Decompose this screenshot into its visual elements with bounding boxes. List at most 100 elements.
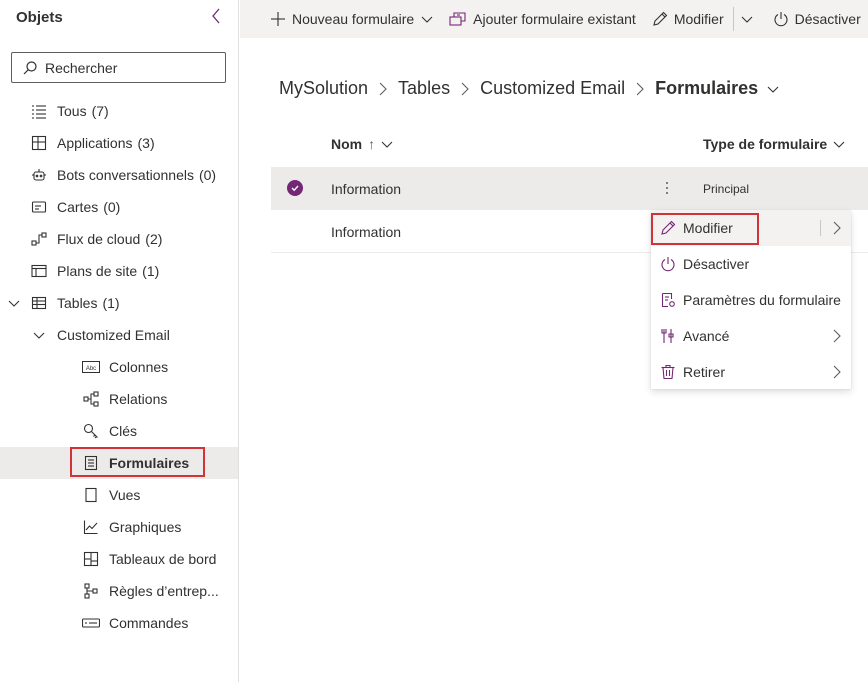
breadcrumb: MySolution Tables Customized Email Formu… — [279, 78, 779, 99]
row-name: Information — [331, 224, 402, 240]
add-icon — [271, 12, 285, 26]
breadcrumb-item-tables[interactable]: Tables — [398, 78, 450, 99]
chevron-right-icon — [833, 329, 841, 346]
sidebar-item-label: Flux de cloud — [57, 231, 141, 247]
breadcrumb-item-solution[interactable]: MySolution — [279, 78, 368, 99]
collapse-sidebar-icon[interactable] — [208, 6, 224, 26]
column-header-label: Nom — [331, 136, 363, 152]
sidebar-item-label: Graphiques — [109, 519, 182, 535]
sidebar-item-label: Tableaux de bord — [109, 551, 217, 567]
search-icon — [23, 60, 37, 74]
sidebar-item-label: Vues — [109, 487, 141, 503]
menu-split-separator — [820, 220, 821, 236]
sidebar-item-count: (1) — [142, 263, 160, 279]
menu-item-deactivate[interactable]: Désactiver — [651, 246, 851, 282]
power-icon — [659, 255, 677, 273]
power-icon — [774, 12, 788, 27]
pencil-icon — [659, 219, 677, 237]
more-options-icon[interactable] — [659, 177, 675, 199]
command-bar: Nouveau formulaire Ajouter formulaire ex… — [240, 0, 868, 38]
sidebar-item-count: (0) — [198, 167, 217, 183]
menu-item-edit[interactable]: Modifier — [651, 210, 851, 246]
chevron-down-icon[interactable] — [767, 83, 779, 95]
edit-dropdown-button[interactable] — [737, 0, 759, 38]
chevron-right-icon — [378, 82, 388, 96]
column-header-label: Type de formulaire — [703, 136, 828, 152]
sidebar-item-columns[interactable]: Abc Colonnes — [0, 351, 238, 383]
breadcrumb-current: Formulaires — [655, 78, 759, 98]
menu-item-advanced[interactable]: Avancé — [651, 318, 851, 354]
sidebar-item-cards[interactable]: Cartes (0) — [0, 191, 238, 223]
toolbar-separator — [732, 7, 734, 31]
edit-button[interactable]: Modifier — [642, 0, 730, 38]
sidebar-item-tables[interactable]: Tables (1) — [0, 287, 238, 319]
flow-icon — [30, 230, 48, 248]
rules-icon — [82, 582, 100, 600]
sidebar-item-all[interactable]: Tous (7) — [0, 95, 238, 127]
sidebar-item-label: Relations — [109, 391, 168, 407]
column-header-name[interactable]: Nom ↑ — [331, 136, 393, 152]
menu-item-label: Paramètres du formulaire — [683, 292, 841, 308]
menu-item-label: Avancé — [683, 328, 730, 344]
row-selected-check-icon[interactable] — [287, 180, 303, 196]
sidebar-item-charts[interactable]: Graphiques — [0, 511, 238, 543]
breadcrumb-item-table[interactable]: Customized Email — [480, 78, 625, 99]
chevron-right-icon[interactable] — [833, 221, 841, 238]
sidebar-item-sitemaps[interactable]: Plans de site (1) — [0, 255, 238, 287]
add-existing-form-button[interactable]: Ajouter formulaire existant — [439, 0, 642, 38]
menu-item-remove[interactable]: Retirer — [651, 354, 851, 390]
new-form-button[interactable]: Nouveau formulaire — [240, 0, 439, 38]
sidebar-item-keys[interactable]: Clés — [0, 415, 238, 447]
list-icon — [30, 102, 48, 120]
bot-icon — [30, 166, 48, 184]
sidebar-item-label: Plans de site — [57, 263, 138, 279]
relations-icon — [82, 390, 100, 408]
sidebar-item-label: Colonnes — [109, 359, 169, 375]
menu-item-label: Retirer — [683, 364, 726, 380]
deactivate-label: Désactiver — [794, 11, 861, 27]
chevron-down-icon — [381, 141, 393, 148]
form-icon — [82, 454, 100, 472]
sidebar-item-business-rules[interactable]: Règles d’entrep... — [0, 575, 238, 607]
pencil-icon — [653, 11, 668, 26]
sidebar-item-commands[interactable]: Commandes — [0, 607, 238, 639]
view-icon — [82, 486, 100, 504]
sitemap-icon — [30, 262, 48, 280]
menu-item-form-settings[interactable]: Paramètres du formulaire — [651, 282, 851, 318]
table-row[interactable]: Information Principal — [271, 167, 868, 210]
column-header-form-type[interactable]: Type de formulaire — [703, 136, 845, 152]
sidebar-item-count: (3) — [137, 135, 155, 151]
sidebar-item-label: Cartes — [57, 199, 99, 215]
sidebar-item-views[interactable]: Vues — [0, 479, 238, 511]
sidebar-item-bots[interactable]: Bots conversationnels (0) — [0, 159, 238, 191]
chart-icon — [82, 518, 100, 536]
sidebar-item-label: Tables — [57, 295, 98, 311]
sidebar-title: Objets — [16, 9, 63, 26]
search-placeholder: Rechercher — [45, 59, 118, 76]
chevron-down-icon — [421, 16, 433, 23]
command-icon — [82, 614, 100, 632]
sidebar-item-apps[interactable]: Applications (3) — [0, 127, 238, 159]
advanced-icon — [659, 327, 677, 345]
search-input[interactable]: Rechercher — [11, 52, 226, 83]
table-icon — [30, 294, 48, 312]
menu-item-label: Désactiver — [683, 256, 750, 272]
trash-icon — [659, 363, 677, 381]
sidebar-item-relations[interactable]: Relations — [0, 383, 238, 415]
sidebar-item-label: Commandes — [109, 615, 189, 631]
sidebar-item-customized-email[interactable]: Customized Email — [0, 319, 238, 351]
sidebar-item-label: Customized Email — [57, 327, 170, 343]
row-name: Information — [331, 181, 402, 197]
chevron-down-icon — [833, 141, 845, 148]
objects-sidebar: Objets Rechercher Tous (7) Applications … — [0, 0, 239, 682]
chevron-down-icon[interactable] — [7, 296, 21, 310]
menu-item-label: Modifier — [683, 220, 733, 236]
card-icon — [30, 198, 48, 216]
sidebar-item-dashboards[interactable]: Tableaux de bord — [0, 543, 238, 575]
sidebar-item-forms[interactable]: Formulaires — [0, 447, 238, 479]
chevron-right-icon — [635, 82, 645, 96]
deactivate-button[interactable]: Désactiver — [759, 0, 867, 38]
chevron-right-icon — [460, 82, 470, 96]
chevron-down-icon[interactable] — [32, 328, 46, 342]
sidebar-item-cloud-flows[interactable]: Flux de cloud (2) — [0, 223, 238, 255]
